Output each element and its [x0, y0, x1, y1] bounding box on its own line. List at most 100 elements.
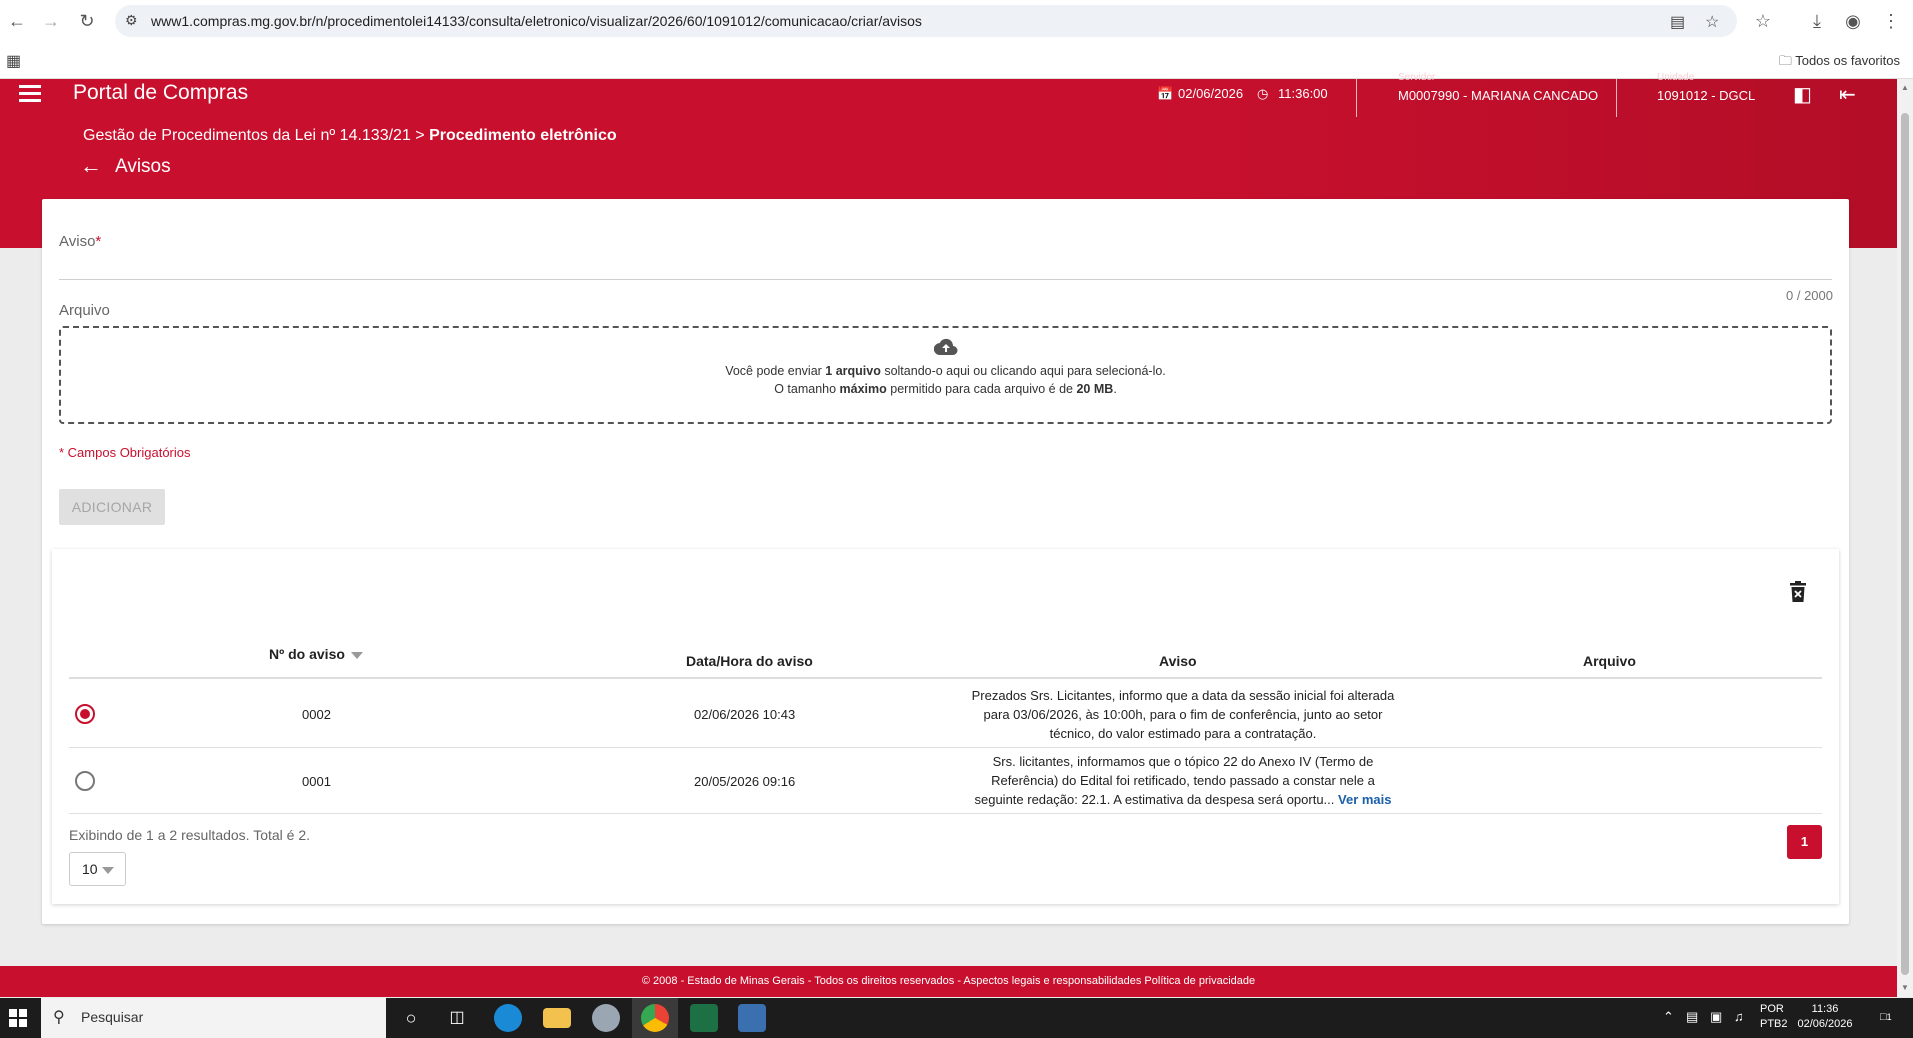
drop-text: permitido para cada arquivo é de [886, 382, 1077, 396]
volume-icon[interactable]: ♫ [1734, 1009, 1744, 1024]
col-header-label: Nº do aviso [269, 646, 345, 662]
file-explorer-icon[interactable] [543, 1008, 571, 1028]
language-indicator[interactable]: POR PTB2 [1760, 1002, 1788, 1032]
keyboard-layout: PTB2 [1760, 1018, 1788, 1030]
profile-icon[interactable]: ◉ [1842, 10, 1864, 32]
tray-chevron-icon[interactable]: ⌃ [1663, 1009, 1674, 1024]
header-date: 02/06/2026 [1178, 86, 1244, 101]
windows-start-icon[interactable] [9, 1009, 27, 1027]
breadcrumb-current: Procedimento eletrônico [429, 127, 617, 144]
row-radio[interactable] [75, 771, 95, 791]
all-bookmarks[interactable]: 🗀 Todos os favoritos [1779, 52, 1900, 74]
drop-text: soltando-o aqui ou clicando aqui para se… [880, 364, 1166, 378]
col-header-numero[interactable]: Nº do aviso [269, 646, 363, 662]
taskbar-search[interactable]: ⚲ Pesquisar [41, 998, 386, 1038]
cloud-upload-icon [61, 338, 1830, 358]
aviso-input[interactable] [59, 254, 1832, 280]
arquivo-label: Arquivo [59, 302, 110, 319]
trash-icon[interactable] [1789, 581, 1807, 603]
table-row[interactable]: 0001 20/05/2026 09:16 Srs. licitantes, i… [69, 748, 1822, 814]
translate-icon[interactable]: ▤ [1670, 12, 1685, 32]
windows-taskbar: ⚲ Pesquisar ○ ◫ ⌃ ▤ ▣ ♫ POR PTB2 11:36 02/… [0, 998, 1913, 1038]
notification-count: 1 [1886, 1012, 1892, 1022]
cell-data-hora: 02/06/2026 10:43 [694, 707, 796, 722]
drop-text: Você pode enviar [725, 364, 826, 378]
page-footer: © 2008 - Estado de Minas Gerais - Todos … [0, 966, 1897, 997]
cell-aviso-text: Srs. licitantes, informamos que o tópico… [974, 754, 1375, 807]
row-radio-selected[interactable] [75, 704, 95, 724]
dropzone-line2: O tamanho máximo permitido para cada arq… [61, 382, 1830, 396]
search-icon: ⚲ [53, 1009, 65, 1026]
drop-text-bold: 1 arquivo [825, 364, 881, 378]
cell-aviso: Prezados Srs. Licitantes, informo que a … [971, 688, 1395, 741]
col-header-data-hora: Data/Hora do aviso [686, 653, 813, 669]
notifications-icon[interactable]: □1 [1880, 1010, 1892, 1025]
reload-icon[interactable]: ↻ [76, 10, 98, 32]
drop-text: . [1113, 382, 1117, 396]
taskbar-clock[interactable]: 11:36 02/06/2026 [1795, 1002, 1855, 1032]
bookmark-star-icon[interactable]: ☆ [1752, 10, 1774, 32]
calendar-icon: 📅 [1157, 86, 1174, 101]
cell-numero: 0002 [302, 707, 331, 722]
char-counter: 0 / 2000 [1786, 288, 1833, 303]
avisos-table-card: Nº do aviso Data/Hora do aviso Aviso Arq… [52, 549, 1839, 904]
monitor-icon[interactable]: ▣ [1710, 1009, 1722, 1024]
browser-toolbar: ← → ↻ ⚙ www1.compras.mg.gov.br/n/procedi… [0, 0, 1913, 42]
back-arrow-icon[interactable]: ← [80, 153, 102, 179]
task-view-icon[interactable]: ◫ [443, 1004, 471, 1032]
pagination-page-button[interactable]: 1 [1787, 825, 1822, 859]
servidor-label: Servidor [1398, 72, 1436, 83]
aviso-input-underline [59, 279, 1832, 280]
switch-unit-icon[interactable]: ◧ [1793, 82, 1812, 107]
logout-icon[interactable]: ⇤ [1839, 82, 1856, 107]
scroll-down-icon[interactable]: ▼ [1901, 983, 1909, 992]
url-text[interactable]: www1.compras.mg.gov.br/n/procedimentolei… [151, 13, 922, 29]
back-icon[interactable]: ← [6, 10, 28, 32]
unidade-label: Unidade [1657, 72, 1695, 83]
hamburger-menu-icon[interactable] [19, 85, 41, 103]
clock-time: 11:36 [1811, 1003, 1839, 1015]
download-icon[interactable]: ⤓ [1806, 10, 1828, 32]
star-icon[interactable]: ☆ [1705, 12, 1719, 32]
file-dropzone[interactable]: Você pode enviar 1 arquivo soltando-o aq… [59, 326, 1832, 424]
drop-text-bold: 20 MB [1076, 382, 1114, 396]
scroll-thumb[interactable] [1901, 113, 1909, 975]
site-info-icon[interactable]: ⚙ [125, 12, 138, 29]
all-bookmarks-label: Todos os favoritos [1795, 53, 1900, 68]
cell-data-hora: 20/05/2026 09:16 [694, 774, 796, 789]
page-size-value: 10 [82, 861, 98, 877]
taskbar-search-placeholder: Pesquisar [81, 1009, 144, 1025]
forward-icon[interactable]: → [40, 10, 62, 32]
excel-icon[interactable] [690, 1004, 718, 1032]
col-header-arquivo: Arquivo [1583, 653, 1636, 669]
scroll-up-icon[interactable]: ▲ [1901, 83, 1909, 92]
mandatory-note: * Campos Obrigatórios [59, 445, 191, 460]
table-row[interactable]: 0002 02/06/2026 10:43 Prezados Srs. Lici… [69, 681, 1822, 748]
app-icon[interactable] [592, 1004, 620, 1032]
page-scrollbar[interactable]: ▲ ▼ [1897, 79, 1913, 997]
address-bar[interactable]: ⚙ www1.compras.mg.gov.br/n/procedimentol… [115, 5, 1737, 37]
cortana-icon[interactable]: ○ [397, 1004, 425, 1032]
network-icon[interactable]: ▤ [1686, 1009, 1698, 1024]
col-header-aviso: Aviso [1159, 653, 1197, 669]
menu-dots-icon[interactable]: ⋮ [1880, 10, 1902, 32]
chevron-down-icon [101, 866, 114, 874]
ver-mais-link[interactable]: Ver mais [1338, 792, 1392, 807]
page-title: Avisos [115, 156, 171, 177]
chrome-icon[interactable] [641, 1004, 669, 1032]
apps-grid-icon[interactable]: ▦ [6, 51, 21, 71]
drop-text-bold: máximo [839, 382, 887, 396]
required-mark: * [95, 233, 102, 250]
edge-icon[interactable] [494, 1004, 522, 1032]
breadcrumb-root[interactable]: Gestão de Procedimentos da Lei nº 14.133… [83, 127, 411, 144]
portal-title[interactable]: Portal de Compras [73, 81, 248, 105]
language-code: POR [1760, 1003, 1784, 1015]
sort-desc-icon [350, 651, 363, 659]
cell-numero: 0001 [302, 774, 331, 789]
results-summary: Exibindo de 1 a 2 resultados. Total é 2. [69, 827, 311, 843]
page-size-select[interactable]: 10 [69, 852, 126, 886]
add-button[interactable]: ADICIONAR [59, 489, 165, 525]
calculator-icon[interactable] [738, 1004, 766, 1032]
aviso-label-text: Aviso [59, 233, 96, 250]
clock-date: 02/06/2026 [1797, 1018, 1853, 1030]
